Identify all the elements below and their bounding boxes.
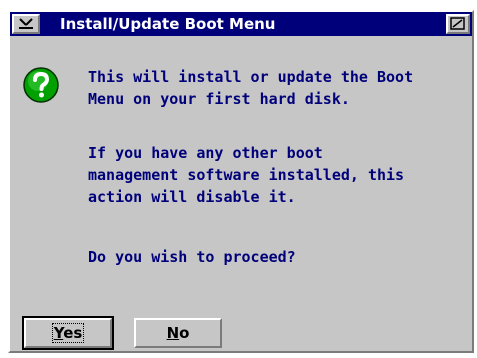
window-title: Install/Update Boot Menu <box>60 15 276 33</box>
message-line: This will install or update the Boot <box>88 68 414 86</box>
dialog-window: Install/Update Boot Menu This will insta… <box>8 10 474 353</box>
message-line: If you have any other boot <box>88 144 323 162</box>
yes-mnemonic: Y <box>53 324 64 342</box>
title-bar[interactable]: Install/Update Boot Menu <box>10 12 472 36</box>
resize-button[interactable] <box>446 14 470 34</box>
yes-label-rest: es <box>63 324 83 342</box>
question-mark-icon <box>23 67 59 103</box>
yes-button[interactable]: Yes <box>22 316 114 350</box>
resize-icon <box>450 17 465 30</box>
system-menu-icon <box>19 18 33 29</box>
no-mnemonic: N <box>166 324 180 342</box>
yes-button-label: Yes <box>51 323 85 343</box>
no-button[interactable]: No <box>134 318 222 348</box>
confirmation-question: Do you wish to proceed? <box>88 248 296 266</box>
message-paragraph-1: This will install or update the Boot Men… <box>88 66 413 110</box>
message-line: management software installed, this <box>88 166 405 184</box>
message-line: Menu on your first hard disk. <box>88 90 350 108</box>
no-label-rest: o <box>179 324 190 342</box>
system-menu-button[interactable] <box>12 14 40 34</box>
message-line: action will disable it. <box>88 188 296 206</box>
message-paragraph-2: If you have any other boot management so… <box>88 142 404 208</box>
